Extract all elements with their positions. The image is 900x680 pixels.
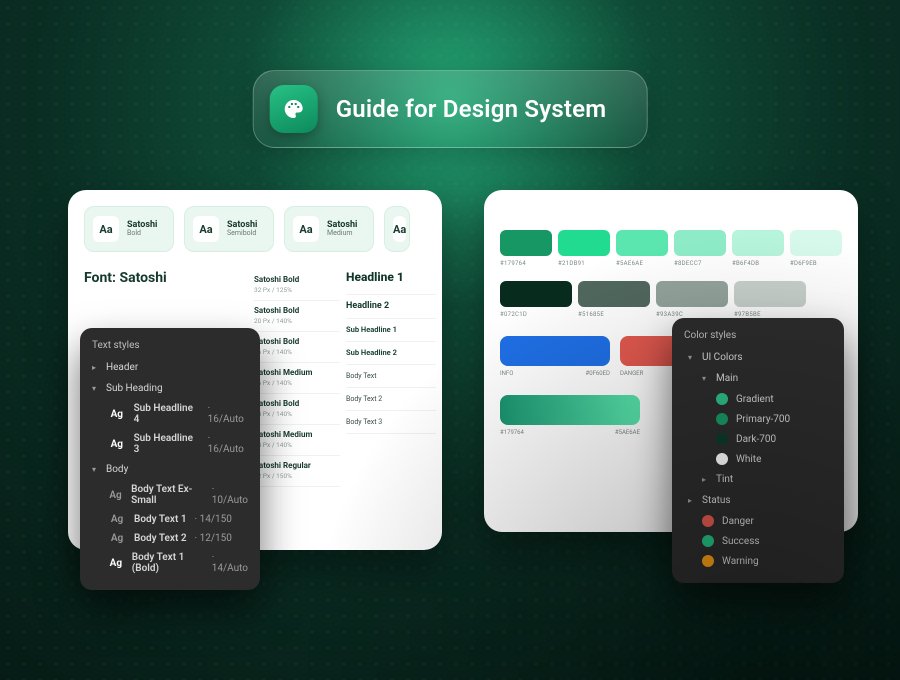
font-chip[interactable]: Aa SatoshiMedium: [284, 206, 374, 252]
color-dot-icon: [702, 535, 714, 547]
style-item[interactable]: AgBody Text 2· 12/150: [90, 529, 250, 548]
font-chip[interactable]: Aa SatoshiSemibold: [184, 206, 274, 252]
color-item[interactable]: White: [682, 449, 834, 469]
style-item[interactable]: AgBody Text 1· 14/150: [90, 510, 250, 529]
font-sample: Aa: [393, 216, 406, 242]
primary-swatch-row: #179764 #21DB91 #5AE6AE #8DECC7 #B6F4DB …: [500, 230, 842, 267]
swatch[interactable]: #51685E: [578, 281, 650, 318]
color-dot-icon: [716, 413, 728, 425]
headline-1: Headline 1: [346, 270, 436, 295]
color-dot-icon: [702, 515, 714, 527]
color-item[interactable]: Danger: [682, 511, 834, 531]
headline-samples-col: Headline 1 Headline 2 Sub Headline 1 Sub…: [346, 270, 436, 532]
chevron-down-icon: ▾: [688, 353, 696, 362]
swatch-gradient[interactable]: #179764#5AE6AE: [500, 395, 640, 436]
group-status[interactable]: ▸Status: [682, 490, 834, 511]
swatch[interactable]: #93A39C: [656, 281, 728, 318]
style-item[interactable]: AgBody Text Ex-Small· 10/Auto: [90, 480, 250, 510]
style-item[interactable]: AgSub Headline 4· 16/Auto: [90, 399, 250, 429]
group-body[interactable]: ▾Body: [90, 459, 250, 480]
color-item[interactable]: Warning: [682, 551, 834, 571]
dark-swatch-row: #072C1D #51685E #93A39C #97B5BE: [500, 281, 842, 318]
swatch[interactable]: #179764: [500, 230, 552, 267]
style-item[interactable]: AgBody Text 1 (Bold)· 14/Auto: [90, 548, 250, 578]
color-item[interactable]: Success: [682, 531, 834, 551]
chevron-right-icon: ▸: [92, 363, 100, 372]
swatch-info[interactable]: INFO#0F60ED: [500, 336, 610, 377]
font-sample: Aa: [293, 216, 319, 242]
swatch[interactable]: #D6F9EB: [790, 230, 842, 267]
panel-title: Text styles: [92, 340, 248, 351]
font-sample: Aa: [193, 216, 219, 242]
chevron-down-icon: ▾: [92, 465, 100, 474]
group-main[interactable]: ▾Main: [682, 368, 834, 389]
color-dot-icon: [716, 393, 728, 405]
font-sample: Aa: [93, 216, 119, 242]
font-chip[interactable]: Aa SatoshiBold: [84, 206, 174, 252]
color-dot-icon: [716, 433, 728, 445]
chevron-right-icon: ▸: [702, 475, 710, 484]
color-item[interactable]: Dark-700: [682, 429, 834, 449]
style-item[interactable]: AgSub Headline 3· 16/Auto: [90, 429, 250, 459]
swatch[interactable]: #8DECC7: [674, 230, 726, 267]
palette-icon: [270, 85, 318, 133]
stage: Guide for Design System Aa SatoshiBold A…: [0, 0, 900, 680]
group-tint[interactable]: ▸Tint: [682, 469, 834, 490]
font-chip-row: Aa SatoshiBold Aa SatoshiSemibold Aa Sat…: [68, 190, 442, 252]
font-name-heading: Font: Satoshi: [84, 270, 254, 286]
page-title-pill: Guide for Design System: [253, 70, 648, 148]
color-styles-panel: Color styles ▾UI Colors ▾Main Gradient P…: [672, 318, 844, 583]
color-item[interactable]: Gradient: [682, 389, 834, 409]
chevron-right-icon: ▸: [688, 496, 696, 505]
type-specs-col: Satoshi Bold32 Px / 125% Satoshi Bold20 …: [254, 270, 346, 532]
swatch[interactable]: #97B5BE: [734, 281, 806, 318]
group-ui-colors[interactable]: ▾UI Colors: [682, 347, 834, 368]
panel-title: Color styles: [684, 330, 832, 341]
swatch[interactable]: #072C1D: [500, 281, 572, 318]
chevron-down-icon: ▾: [702, 374, 710, 383]
font-chip-cut[interactable]: Aa: [384, 206, 410, 252]
color-dot-icon: [716, 453, 728, 465]
chevron-down-icon: ▾: [92, 384, 100, 393]
swatch[interactable]: #5AE6AE: [616, 230, 668, 267]
color-dot-icon: [702, 555, 714, 567]
page-title: Guide for Design System: [336, 95, 607, 123]
color-item[interactable]: Primary-700: [682, 409, 834, 429]
group-header[interactable]: ▸Header: [90, 357, 250, 378]
text-styles-panel: Text styles ▸Header ▾Sub Heading AgSub H…: [80, 328, 260, 590]
group-sub-heading[interactable]: ▾Sub Heading: [90, 378, 250, 399]
swatch[interactable]: #B6F4DB: [732, 230, 784, 267]
swatch[interactable]: #21DB91: [558, 230, 610, 267]
